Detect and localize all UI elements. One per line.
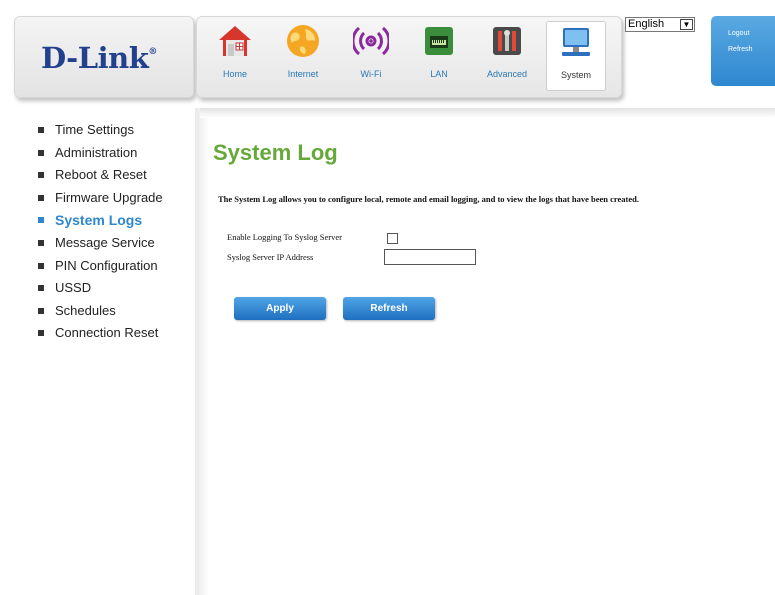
language-select[interactable]: English ▼ xyxy=(625,17,695,32)
menu-item-ussd[interactable]: USSD xyxy=(36,279,163,302)
nav-advanced-label: Advanced xyxy=(486,69,528,79)
content-panel-top-shadow xyxy=(200,108,775,118)
nav-wifi-label: Wi-Fi xyxy=(360,69,382,79)
registered-mark: ® xyxy=(148,47,157,57)
menu-item-label: Firmware Upgrade xyxy=(55,189,163,205)
apply-button[interactable]: Apply xyxy=(234,297,326,320)
syslog-ip-label: Syslog Server IP Address xyxy=(227,252,314,262)
refresh-link[interactable]: Refresh xyxy=(728,42,775,58)
bullet-icon xyxy=(38,172,44,179)
enable-logging-checkbox[interactable] xyxy=(387,233,398,244)
menu-item-label: USSD xyxy=(55,280,92,296)
bullet-icon xyxy=(38,127,44,133)
menu-item-connection-reset[interactable]: Connection Reset xyxy=(36,324,163,347)
menu-item-system-logs[interactable]: System Logs xyxy=(36,211,163,234)
menu-item-label: Schedules xyxy=(55,302,116,318)
refresh-button[interactable]: Refresh xyxy=(343,297,435,320)
bullet-icon xyxy=(38,149,44,156)
nav-advanced[interactable]: Advanced xyxy=(478,21,536,89)
nav-wifi[interactable]: Wi-Fi xyxy=(342,21,400,89)
nav-home[interactable]: Home xyxy=(206,21,264,89)
home-icon xyxy=(219,26,251,56)
bullet-icon xyxy=(38,307,44,314)
menu-item-schedules[interactable]: Schedules xyxy=(36,302,163,325)
globe-icon xyxy=(287,25,319,57)
page-title: System Log xyxy=(213,140,338,165)
enable-logging-label: Enable Logging To Syslog Server xyxy=(227,232,342,242)
header-bar: D-Link® Home Internet Wi-Fi LAN Advanced… xyxy=(0,0,775,108)
nav-home-label: Home xyxy=(222,69,247,79)
menu-item-message-service[interactable]: Message Service xyxy=(36,234,163,257)
nav-lan[interactable]: LAN xyxy=(410,21,468,89)
language-value: English xyxy=(628,18,665,30)
main-nav: Home Internet Wi-Fi LAN Advanced System xyxy=(196,16,622,98)
computer-icon xyxy=(562,28,590,56)
nav-system-label: System xyxy=(560,70,591,80)
account-panel: Logout Refresh xyxy=(711,16,775,86)
nav-internet-label: Internet xyxy=(287,69,319,79)
nav-lan-label: LAN xyxy=(430,69,448,79)
menu-item-label: System Logs xyxy=(55,212,143,229)
menu-item-firmware-upgrade[interactable]: Firmware Upgrade xyxy=(36,189,163,212)
menu-item-administration[interactable]: Administration xyxy=(36,144,163,167)
logo-panel: D-Link® xyxy=(14,16,194,98)
bullet-icon xyxy=(38,262,44,269)
logout-link[interactable]: Logout xyxy=(728,26,775,42)
chevron-down-icon[interactable]: ▼ xyxy=(680,19,693,30)
menu-item-label: Reboot & Reset xyxy=(55,167,147,183)
content-panel xyxy=(195,108,775,595)
lan-port-icon xyxy=(425,27,453,55)
dlink-logo[interactable]: D-Link® xyxy=(41,41,157,75)
menu-item-label: PIN Configuration xyxy=(55,257,158,273)
menu-item-time-settings[interactable]: Time Settings xyxy=(36,121,163,144)
bullet-icon xyxy=(38,194,44,201)
nav-internet[interactable]: Internet xyxy=(274,21,332,89)
menu-item-label: Administration xyxy=(55,144,138,160)
logo-text: D-Link xyxy=(41,41,149,75)
bullet-icon xyxy=(38,217,44,224)
menu-item-pin-configuration[interactable]: PIN Configuration xyxy=(36,257,163,280)
syslog-ip-input[interactable] xyxy=(384,249,476,265)
page-description: The System Log allows you to configure l… xyxy=(218,194,639,204)
menu-item-label: Time Settings xyxy=(55,122,134,137)
bullet-icon xyxy=(38,285,44,292)
wifi-icon xyxy=(353,26,389,56)
menu-item-reboot-reset[interactable]: Reboot & Reset xyxy=(36,166,163,189)
tools-icon xyxy=(493,27,521,55)
bullet-icon xyxy=(38,239,44,246)
nav-system[interactable]: System xyxy=(546,21,606,91)
menu-item-label: Connection Reset xyxy=(55,325,159,341)
menu-item-label: Message Service xyxy=(55,234,155,250)
system-menu: Time Settings Administration Reboot & Re… xyxy=(36,121,163,347)
bullet-icon xyxy=(38,330,44,337)
